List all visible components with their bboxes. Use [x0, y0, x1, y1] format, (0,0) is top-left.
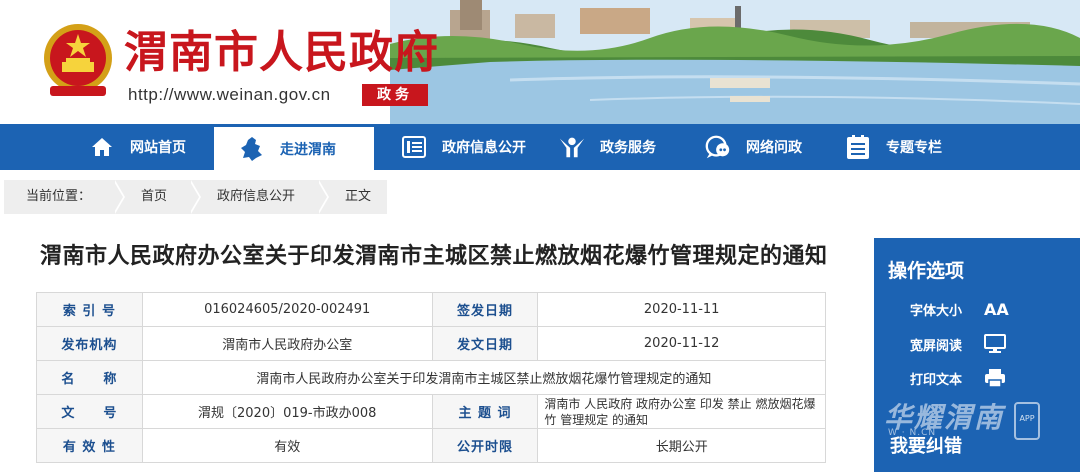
meta-value: 2020-11-11 [537, 292, 826, 327]
meta-value: 渭南市 人民政府 政府办公室 印发 禁止 燃放烟花爆竹 管理规定 的通知 [537, 394, 826, 429]
nav-item-about-weinan[interactable]: 走进渭南 [214, 124, 374, 170]
meta-value: 渭规〔2020〕019-市政办008 [141, 394, 433, 429]
city-lake-scenery-image [390, 0, 1080, 124]
nav-item-label: 专题专栏 [886, 140, 942, 156]
nav-item-gov-service[interactable]: 政务服务 [544, 124, 694, 170]
document-icon [400, 133, 428, 161]
table-row: 文 号 渭规〔2020〕019-市政办008 主 题 词 渭南市 人民政府 政府… [36, 394, 826, 429]
service-person-icon [558, 133, 586, 161]
meta-key: 签发日期 [431, 292, 539, 327]
nav-item-online-inquiry[interactable]: 网络问政 [694, 124, 844, 170]
nav-item-home[interactable]: 网站首页 [4, 124, 214, 170]
meta-key: 名 称 [36, 360, 143, 395]
nav-item-special-topics[interactable]: 专题专栏 [844, 124, 994, 170]
printer-icon [984, 368, 1006, 388]
chat-bubble-icon [704, 133, 732, 161]
meta-key: 索 引 号 [36, 292, 143, 327]
nav-item-label: 走进渭南 [280, 141, 336, 158]
meta-key: 有 效 性 [36, 428, 143, 463]
main-nav: 网站首页 走进渭南 政府信息公开 政务服务 网络问政 专题专栏 [0, 124, 1080, 170]
breadcrumb-gov-info-link[interactable]: 政府信息公开 [189, 180, 330, 214]
nav-item-gov-info[interactable]: 政府信息公开 [374, 124, 544, 170]
breadcrumb: 当前位置： 首页 政府信息公开 正文 [4, 180, 388, 214]
document-meta-table: 索 引 号 016024605/2020-002491 签发日期 2020-11… [36, 292, 827, 463]
meta-value: 有效 [141, 428, 433, 463]
report-error-button[interactable]: 我要纠错 [890, 432, 962, 458]
meta-value: 长期公开 [537, 428, 826, 463]
print-option[interactable]: 打印文本 [910, 368, 1006, 388]
table-row: 发布机构 渭南市人民政府办公室 发文日期 2020-11-12 [36, 326, 826, 361]
wide-screen-option[interactable]: 宽屏阅读 [910, 334, 1006, 354]
meta-value: 016024605/2020-002491 [141, 292, 433, 327]
meta-value: 渭南市人民政府办公室关于印发渭南市主城区禁止燃放烟花爆竹管理规定的通知 [141, 360, 827, 395]
meta-key: 公开时限 [431, 428, 539, 463]
site-url: http://www.weinan.gov.cn [128, 85, 331, 104]
panel-title: 操作选项 [888, 260, 965, 282]
nav-item-label: 网站首页 [130, 140, 186, 156]
nav-item-label: 网络问政 [746, 140, 802, 156]
table-row: 有 效 性 有效 公开时限 长期公开 [36, 428, 826, 463]
app-badge: APP [1014, 402, 1040, 440]
article-title: 渭南市人民政府办公室关于印发渭南市主城区禁止燃放烟花爆竹管理规定的通知 [40, 244, 828, 269]
table-row: 索 引 号 016024605/2020-002491 签发日期 2020-11… [36, 292, 826, 327]
national-emblem-icon [44, 24, 112, 96]
region-map-icon [238, 135, 266, 163]
meta-key: 文 号 [36, 394, 143, 429]
meta-key: 发布机构 [36, 326, 143, 361]
list-clipboard-icon [844, 133, 872, 161]
font-size-option[interactable]: 字体大小 AA [910, 300, 1009, 319]
home-icon [88, 133, 116, 161]
meta-key: 发文日期 [431, 326, 539, 361]
table-row: 名 称 渭南市人民政府办公室关于印发渭南市主城区禁止燃放烟花爆竹管理规定的通知 [36, 360, 827, 395]
nav-item-label: 政务服务 [600, 140, 656, 156]
site-title: 渭南市人民政府 [124, 27, 439, 78]
nav-item-label: 政府信息公开 [442, 140, 526, 156]
breadcrumb-label: 当前位置： [4, 180, 126, 214]
site-badge: 政务 [362, 84, 428, 106]
meta-value: 2020-11-12 [537, 326, 826, 361]
meta-key: 主 题 词 [431, 394, 539, 429]
monitor-icon [984, 334, 1006, 354]
meta-value: 渭南市人民政府办公室 [141, 326, 433, 361]
font-size-icon: AA [984, 300, 1009, 319]
site-header: 渭南市人民政府 http://www.weinan.gov.cn 政务 [0, 0, 1080, 124]
